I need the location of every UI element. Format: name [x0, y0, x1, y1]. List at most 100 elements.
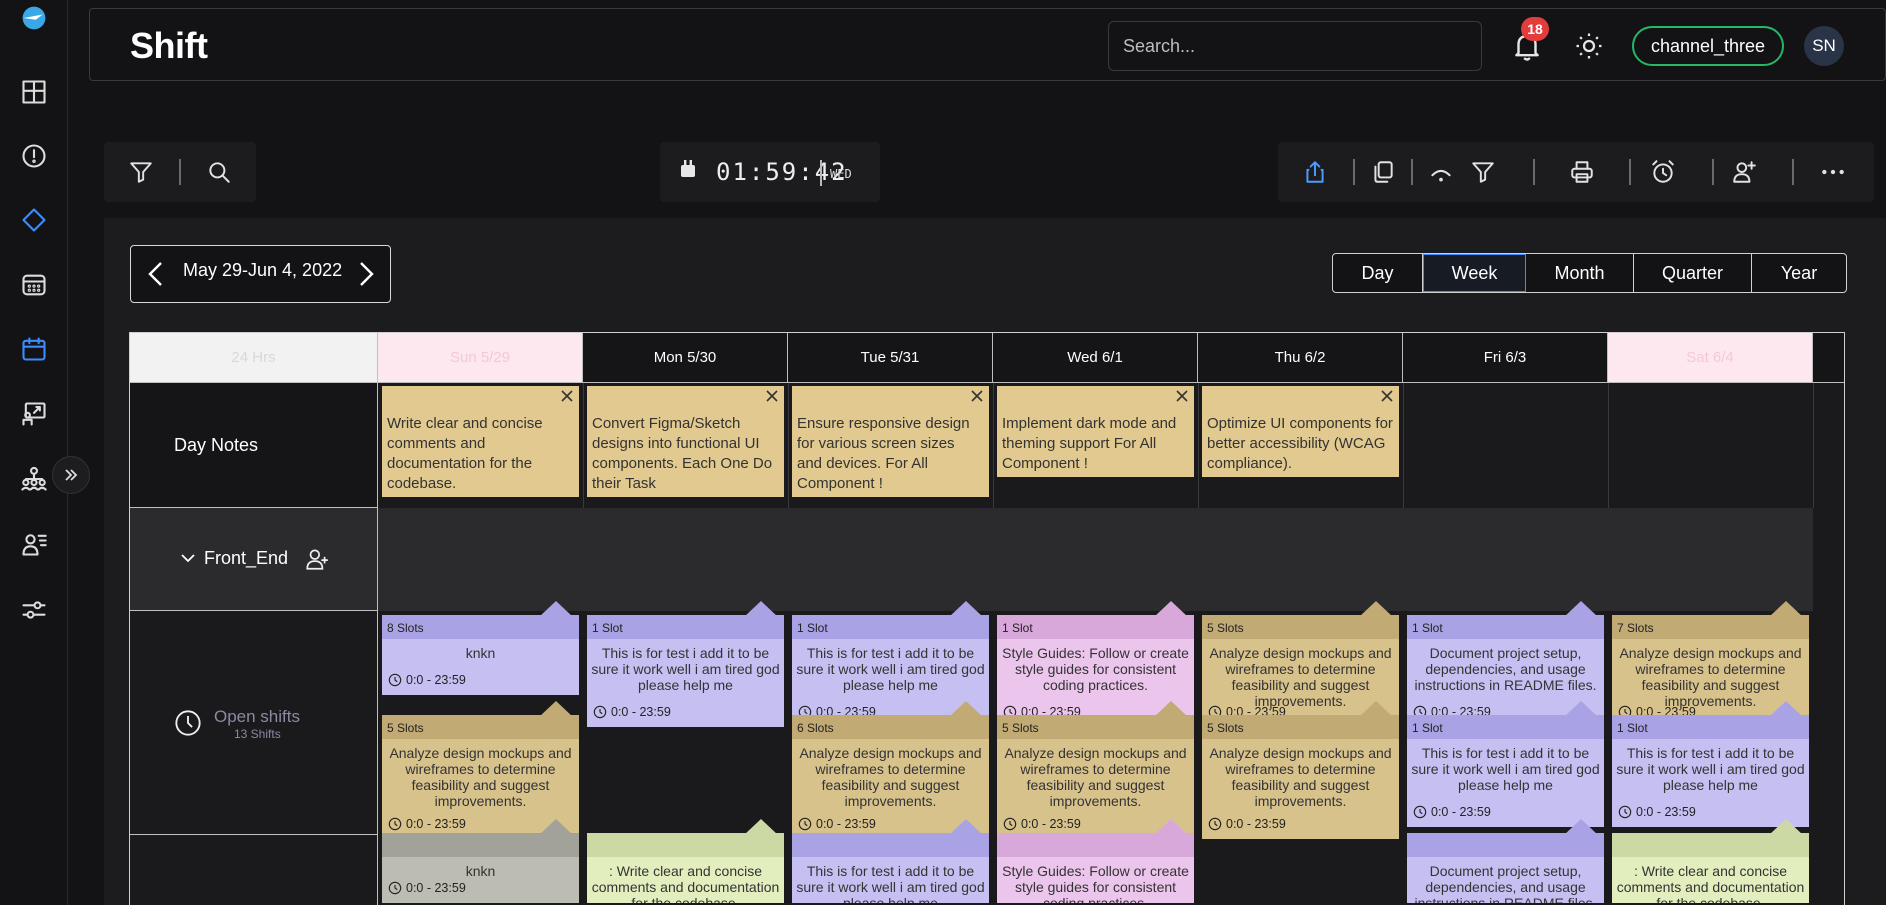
close-icon[interactable] [763, 387, 781, 405]
shift-card[interactable]: 1 Slot This is for test i add it to be su… [1407, 701, 1604, 827]
chevron-down-icon[interactable] [180, 550, 196, 566]
shift-slots [587, 833, 784, 857]
day-header[interactable]: Mon 5/30 [583, 333, 788, 383]
shift-time-text: 0:0 - 23:59 [1021, 817, 1081, 831]
shift-slots: 8 Slots [382, 615, 579, 639]
alert-icon[interactable] [18, 140, 50, 172]
day-note[interactable]: Write clear and concise comments and doc… [382, 386, 579, 497]
shift-description: Style Guides: Follow or create style gui… [1002, 645, 1189, 693]
view-day-button[interactable]: Day [1333, 254, 1423, 292]
day-header[interactable]: Wed 6/1 [993, 333, 1198, 383]
shift-slots: 5 Slots [1202, 715, 1399, 739]
shift-description: Analyze design mockups and wireframes to… [1209, 745, 1392, 809]
clock-icon [1003, 817, 1017, 831]
day-header[interactable]: Sat 6/4 [1608, 333, 1813, 383]
toolbar-divider [1629, 159, 1631, 185]
share-export-icon[interactable] [1298, 155, 1332, 189]
add-user-icon[interactable] [304, 546, 330, 572]
clock-divider [820, 160, 822, 186]
screen-share-icon[interactable] [18, 398, 50, 430]
shift-card[interactable]: This is for test i add it to be sure it … [792, 819, 989, 903]
close-icon[interactable] [968, 387, 986, 405]
clock-icon [174, 709, 202, 737]
shift-slots [1612, 833, 1809, 857]
search-icon[interactable] [202, 155, 236, 189]
shift-card[interactable]: 8 Slots knkn 0:0 - 23:59 [382, 601, 579, 695]
more-options-icon[interactable] [1816, 155, 1850, 189]
clock-icon [388, 673, 402, 687]
clock-day: WED [830, 167, 852, 181]
shift-card[interactable]: Document project setup, dependencies, an… [1407, 819, 1604, 903]
view-quarter-button[interactable]: Quarter [1634, 254, 1752, 292]
group-row-label: Front_End [130, 508, 378, 611]
expand-sidebar-button[interactable] [52, 456, 90, 494]
sun-icon[interactable] [1574, 31, 1604, 61]
clock-icon [1618, 805, 1632, 819]
calendar-grid-icon[interactable] [18, 269, 50, 301]
day-header[interactable]: Thu 6/2 [1198, 333, 1403, 383]
group-label[interactable]: Front_End [204, 548, 288, 569]
close-icon[interactable] [1173, 387, 1191, 405]
shift-description: Document project setup, dependencies, an… [1414, 863, 1597, 903]
calendar-icon[interactable] [18, 333, 50, 365]
toolbar-divider [1792, 159, 1794, 185]
avatar[interactable]: SN [1804, 26, 1844, 66]
day-note[interactable]: Ensure responsive design for various scr… [792, 386, 989, 497]
shift-time: 0:0 - 23:59 [593, 705, 671, 719]
day-header[interactable]: Sun 5/29 [378, 333, 583, 383]
add-user-icon[interactable] [1727, 155, 1761, 189]
shift-card[interactable]: : Write clear and concise comments and d… [1612, 819, 1809, 903]
day-note[interactable]: Convert Figma/Sketch designs into functi… [587, 386, 784, 497]
close-icon[interactable] [1378, 387, 1396, 405]
view-week-button[interactable]: Week [1423, 254, 1526, 292]
shift-time: 0:0 - 23:59 [798, 817, 876, 831]
view-year-button[interactable]: Year [1752, 254, 1846, 292]
dashboard-icon[interactable] [18, 76, 50, 108]
grid-line [1198, 383, 1199, 508]
shift-slots: 1 Slot [1612, 715, 1809, 739]
logo-icon[interactable] [18, 2, 50, 34]
chevron-right-icon[interactable] [349, 258, 381, 290]
shift-slots: 1 Slot [1407, 615, 1604, 639]
shift-card[interactable]: : Write clear and concise comments and d… [587, 819, 784, 903]
day-notes-label: Day Notes [174, 435, 259, 455]
shift-slots [1407, 833, 1604, 857]
grid-line [1608, 383, 1609, 508]
shift-card[interactable]: 5 Slots Analyze design mockups and wirefr… [1202, 701, 1399, 839]
power-plug-icon [678, 158, 698, 182]
org-chart-icon[interactable] [18, 463, 50, 495]
shift-card[interactable]: knkn 0:0 - 23:59 [382, 819, 579, 903]
filter-icon[interactable] [124, 155, 158, 189]
shift-card[interactable]: Style Guides: Follow or create style gui… [997, 819, 1194, 903]
shift-slots: 1 Slot [792, 615, 989, 639]
alarm-clock-icon[interactable] [1646, 155, 1680, 189]
copy-icon[interactable] [1366, 155, 1400, 189]
page-title: Shift [130, 25, 208, 66]
diamond-icon[interactable] [18, 204, 50, 236]
clock-icon [798, 817, 812, 831]
wifi-icon[interactable] [1424, 155, 1458, 189]
channel-selector-button[interactable]: channel_three [1632, 26, 1784, 66]
day-note[interactable]: Optimize UI components for better access… [1202, 386, 1399, 477]
shift-time-text: 0:0 - 23:59 [406, 673, 466, 687]
print-icon[interactable] [1565, 155, 1599, 189]
day-note[interactable]: Implement dark mode and theming support … [997, 386, 1194, 477]
shift-description: Style Guides: Follow or create style gui… [1002, 863, 1189, 903]
clock-icon [388, 817, 402, 831]
day-header[interactable]: Fri 6/3 [1403, 333, 1608, 383]
search-input[interactable] [1108, 21, 1482, 71]
chevron-left-icon[interactable] [141, 258, 173, 290]
day-header[interactable]: Tue 5/31 [788, 333, 993, 383]
user-list-icon[interactable] [18, 528, 50, 560]
shift-card[interactable]: 1 Slot This is for test i add it to be su… [587, 601, 784, 727]
close-icon[interactable] [558, 387, 576, 405]
shift-time-text: 0:0 - 23:59 [1431, 805, 1491, 819]
view-month-button[interactable]: Month [1526, 254, 1634, 292]
filter-icon[interactable] [1466, 155, 1500, 189]
sliders-icon[interactable] [18, 594, 50, 626]
date-range-label: May 29-Jun 4, 2022 [183, 260, 343, 280]
shift-description: This is for test i add it to be sure it … [796, 645, 985, 693]
shift-description: Document project setup, dependencies, an… [1414, 645, 1597, 693]
shift-card[interactable]: 1 Slot This is for test i add it to be su… [1612, 701, 1809, 827]
toolbar-divider [1353, 159, 1355, 185]
